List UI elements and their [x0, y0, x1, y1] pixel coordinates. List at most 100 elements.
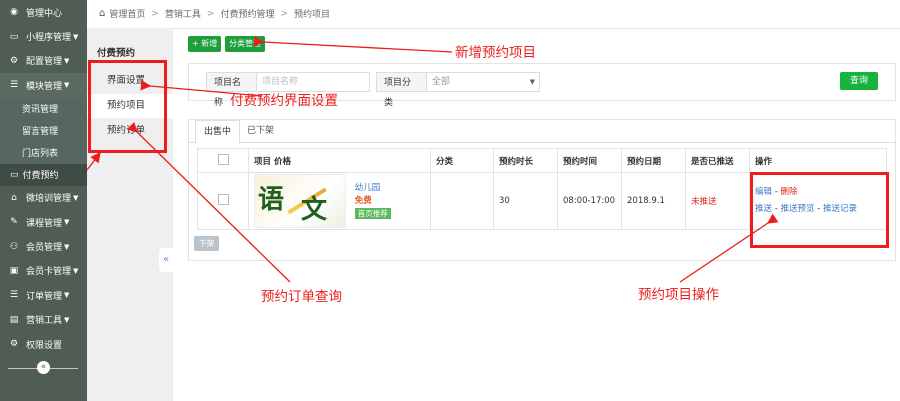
chevron-down-icon: ▼ — [64, 56, 70, 65]
chevron-right-icon: > — [206, 8, 215, 19]
table-header-row: 项目 价格 分类 预约时长 预约时间 预约日期 是否已推送 操作 — [197, 148, 887, 173]
list-icon: ☰ — [9, 80, 19, 91]
add-button[interactable]: + 新增 — [188, 36, 222, 52]
sidebar-collapse-toggle[interactable]: « — [8, 361, 78, 375]
time-cell: 08:00-17:00 — [557, 172, 622, 230]
sidebar-item-label: 会员管理 — [26, 243, 63, 254]
item-cell: 语 文 幼儿园 免费 首页推荐 — [248, 172, 431, 230]
item-category-label: 项目分类 — [376, 72, 427, 108]
category-manage-button[interactable]: 分类管理 — [225, 36, 265, 52]
breadcrumb: ⌂ 管理首页 > 营销工具 > 付费预约管理 > 预约项目 — [99, 7, 330, 20]
chevron-down-icon: ▼ — [64, 291, 70, 300]
sidebar-subitem-messages[interactable]: 留言管理 — [0, 119, 87, 142]
annotation-add: 新增预约项目 — [455, 45, 536, 61]
sidebar-item-orders[interactable]: ☰ 订单管理 ▼ — [0, 283, 87, 307]
sidebar-group-top: ◉ 管理中心 ▭ 小程序管理 ▼ ⚙ 配置管理 ▼ ☰ 模块管理 ▼ 资讯管理 … — [0, 0, 87, 356]
sidebar-subitem-label: 资讯管理 — [22, 105, 59, 116]
sidebar-item-member-cards[interactable]: ▣ 会员卡管理 ▼ — [0, 259, 87, 283]
item-name-link[interactable]: 幼儿园 — [355, 183, 381, 193]
sidebar-item-members[interactable]: ⚇ 会员管理 ▼ — [0, 234, 87, 258]
breadcrumb-item[interactable]: 营销工具 — [165, 7, 201, 20]
home-icon[interactable]: ⌂ — [99, 8, 105, 19]
collapse-submenu-icon[interactable]: « — [159, 248, 173, 272]
sidebar-item-label: 会员卡管理 — [26, 267, 72, 278]
ticket-icon: ▭ — [10, 169, 19, 180]
row-checkbox[interactable] — [217, 194, 229, 205]
header-pushed: 是否已推送 — [685, 148, 750, 173]
dashboard-icon: ◉ — [10, 7, 18, 18]
chevron-right-icon: > — [151, 8, 159, 19]
sidebar-item-label: 小程序管理 — [26, 33, 72, 44]
header-actions: 操作 — [749, 148, 887, 173]
item-category-select[interactable]: 全部 ▼ — [426, 72, 540, 92]
chevron-down-icon: ▼ — [73, 193, 79, 202]
select-all-checkbox[interactable] — [217, 153, 229, 165]
row-select-cell — [197, 172, 249, 230]
arrow-add — [253, 36, 453, 53]
sidebar-subitem-news[interactable]: 资讯管理 — [0, 97, 87, 120]
chevron-down-icon: ▼ — [64, 81, 70, 90]
sidebar-item-label: 课程管理 — [26, 218, 63, 229]
sidebar-item-modules[interactable]: ☰ 模块管理 ▼ — [0, 73, 87, 98]
category-cell — [430, 172, 494, 230]
chevron-down-icon: ▼ — [73, 32, 79, 41]
date-cell: 2018.9.1 — [621, 172, 686, 230]
sidebar-item-marketing[interactable]: ▤ 营销工具 ▼ — [0, 308, 87, 332]
sidebar-item-label: 订单管理 — [26, 291, 63, 302]
item-thumbnail[interactable]: 语 文 — [254, 174, 346, 228]
annotation-box-submenu — [88, 60, 167, 153]
sidebar: ◉ 管理中心 ▭ 小程序管理 ▼ ⚙ 配置管理 ▼ ☰ 模块管理 ▼ 资讯管理 … — [0, 0, 87, 401]
double-chevron-left-icon[interactable]: « — [37, 361, 50, 374]
breadcrumb-item[interactable]: 管理首页 — [109, 7, 145, 20]
header-category: 分类 — [430, 148, 494, 173]
header-duration: 预约时长 — [493, 148, 558, 173]
chevron-down-icon: ▼ — [64, 218, 70, 227]
sidebar-item-label: 配置管理 — [26, 57, 63, 68]
sidebar-subitem-label: 留言管理 — [22, 127, 59, 138]
item-category-value: 全部 — [432, 77, 451, 87]
homepage-recommend-badge: 首页推荐 — [354, 207, 391, 219]
breadcrumb-item[interactable]: 付费预约管理 — [220, 7, 274, 20]
sidebar-item-miniapp[interactable]: ▭ 小程序管理 ▼ — [0, 24, 87, 48]
chevron-right-icon: > — [280, 8, 289, 19]
annotation-ui: 付费预约界面设置 — [230, 93, 338, 109]
query-button[interactable]: 查询 — [840, 72, 878, 90]
tab-off-shelf[interactable]: 已下架 — [239, 120, 282, 142]
sidebar-item-dashboard[interactable]: ◉ 管理中心 — [0, 0, 87, 24]
select-all-cell — [197, 148, 249, 173]
gears-icon: ⚙ — [9, 55, 19, 66]
duration-cell: 30 — [493, 172, 558, 230]
sidebar-item-training[interactable]: ⌂ 微培训管理 ▼ — [0, 186, 87, 210]
sidebar-subitem-stores[interactable]: 门店列表 — [0, 141, 87, 164]
gear-icon: ⚙ — [9, 339, 19, 350]
item-price: 免费 — [354, 195, 372, 206]
list-icon: ☰ — [9, 290, 19, 301]
sidebar-item-label: 营销工具 — [26, 316, 63, 327]
sidebar-item-label: 权限设置 — [26, 340, 63, 351]
thumbnail-char: 文 — [301, 195, 328, 225]
sidebar-item-courses[interactable]: ✎ 课程管理 ▼ — [0, 210, 87, 234]
tabs-divider — [189, 142, 895, 143]
submenu-title: 付费预约 — [97, 48, 136, 59]
sidebar-subitem-paid-booking[interactable]: ▭ 付费预约 — [0, 163, 87, 186]
annotation-ops: 预约项目操作 — [638, 287, 719, 303]
chevron-down-icon: ▼ — [64, 242, 70, 251]
annotation-box-actions — [750, 172, 889, 248]
offline-button[interactable]: 下架 — [194, 236, 219, 251]
sidebar-subitem-label: 付费预约 — [22, 171, 59, 182]
sidebar-item-label: 模块管理 — [26, 81, 63, 92]
tab-on-sale[interactable]: 出售中 — [195, 120, 241, 144]
header-item-price: 项目 价格 — [248, 148, 431, 173]
topbar: ⌂ 管理首页 > 营销工具 > 付费预约管理 > 预约项目 — [87, 0, 900, 29]
thumbnail-char: 语 — [258, 185, 285, 215]
sidebar-item-config[interactable]: ⚙ 配置管理 ▼ — [0, 49, 87, 73]
sidebar-item-permissions[interactable]: ⚙ 权限设置 — [0, 332, 87, 356]
header-time: 预约时间 — [557, 148, 622, 173]
chevron-down-icon: ▼ — [64, 315, 70, 324]
breadcrumb-item-current: 预约项目 — [294, 10, 331, 20]
caret-down-icon: ▼ — [529, 78, 535, 86]
id-card-icon: ▣ — [9, 265, 19, 276]
user-icon: ⚇ — [9, 241, 19, 252]
header-date: 预约日期 — [621, 148, 686, 173]
sidebar-item-label: 管理中心 — [26, 8, 63, 19]
